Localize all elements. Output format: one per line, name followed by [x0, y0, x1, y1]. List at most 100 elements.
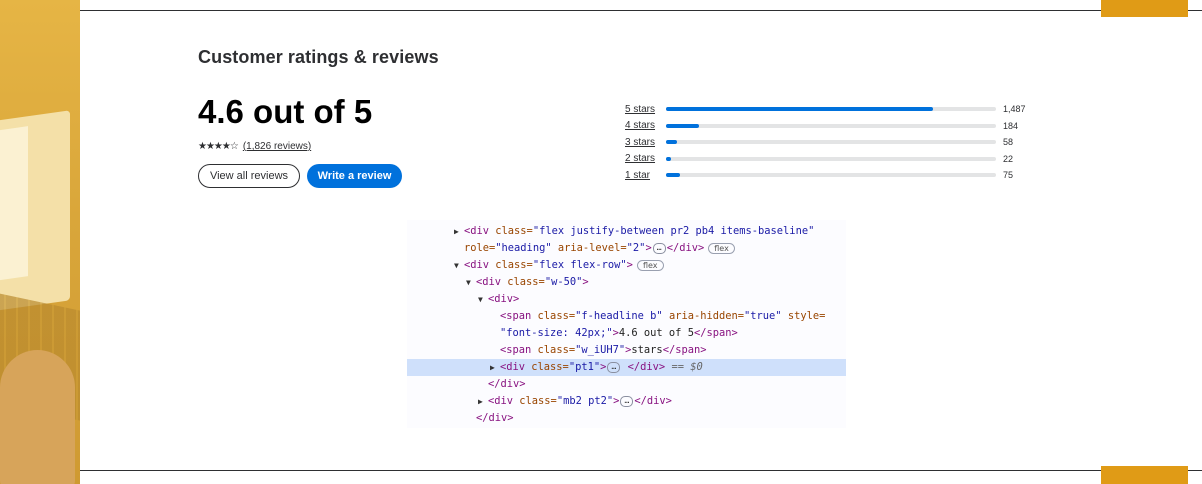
- distribution-count: 184: [1003, 120, 1019, 131]
- dom-node-span-headline[interactable]: <span class="f-headline b" aria-hidden="…: [500, 308, 846, 325]
- distribution-label-link[interactable]: 5 stars: [625, 104, 666, 115]
- tag-open: <span: [500, 310, 538, 322]
- dom-node-heading-cont[interactable]: role="heading" aria-level="2">… </div> fle…: [464, 240, 846, 257]
- text-node: 4.6 out of 5: [618, 327, 694, 339]
- tag-open: <div>: [488, 293, 520, 305]
- flex-badge[interactable]: flex: [708, 242, 735, 254]
- distribution-bar-fill: [666, 140, 677, 145]
- attr-value: "flex justify-between pr2 pb4 items-base…: [532, 225, 815, 237]
- tag-open: <div: [500, 361, 532, 373]
- attr-value: "f-headline b": [575, 310, 663, 322]
- attr-name: class=: [537, 310, 576, 322]
- attr-value: "mb2 pt2": [556, 395, 614, 407]
- attr-value: "2": [626, 242, 646, 254]
- ellipsis-icon[interactable]: …: [620, 395, 634, 407]
- expand-triangle-icon[interactable]: ▶: [490, 359, 500, 376]
- tag-open: <div: [464, 225, 496, 237]
- attr-name: class=: [507, 276, 545, 288]
- tag-gt: >: [582, 276, 589, 288]
- tag-close: </div>: [634, 395, 672, 407]
- attr-name: class=: [519, 395, 557, 407]
- dom-node-mb2[interactable]: ▶ <div class="mb2 pt2">… </div>: [478, 393, 846, 410]
- review-count-link[interactable]: (1,826 reviews): [243, 141, 311, 152]
- attr-name: style=: [781, 310, 826, 322]
- attr-value: "flex flex-row": [532, 259, 627, 271]
- distribution-count: 1,487: [1003, 104, 1026, 115]
- distribution-row: 2 stars 22: [625, 151, 1045, 168]
- distribution-label-link[interactable]: 2 stars: [625, 153, 666, 164]
- attr-value: "w_iUH7": [575, 344, 626, 356]
- dom-node-div[interactable]: ▼ <div>: [478, 291, 846, 308]
- attr-name: class=: [495, 225, 533, 237]
- dom-node-div-close[interactable]: </div>: [488, 376, 846, 393]
- average-rating: 4.6 out of 5: [198, 93, 373, 130]
- distribution-bar-fill: [666, 123, 699, 128]
- collapse-triangle-icon[interactable]: ▼: [466, 274, 476, 291]
- distribution-row: 4 stars 184: [625, 118, 1045, 135]
- attr-value: "pt1": [568, 361, 601, 373]
- attr-value: "font-size: 42px;": [500, 327, 613, 339]
- tag-open: <div: [476, 276, 508, 288]
- dom-node-heading[interactable]: ▶ <div class="flex justify-between pr2 pb…: [454, 223, 846, 240]
- dom-node-w50[interactable]: ▼ <div class="w-50">: [466, 274, 846, 291]
- distribution-count: 58: [1003, 137, 1014, 148]
- view-all-reviews-button[interactable]: View all reviews: [198, 164, 300, 188]
- tag-open: <div: [488, 395, 520, 407]
- attr-value: "heading": [495, 242, 552, 254]
- distribution-label-link[interactable]: 1 star: [625, 170, 666, 181]
- flex-badge[interactable]: flex: [636, 259, 664, 271]
- distribution-bar: [666, 173, 996, 178]
- distribution-row: 1 star 75: [625, 167, 1045, 184]
- distribution-count: 22: [1003, 153, 1014, 164]
- attr-value: "true": [744, 310, 782, 322]
- text-node: stars: [631, 344, 663, 356]
- dom-node-flex-row[interactable]: ▼ <div class="flex flex-row"> flex: [454, 257, 846, 274]
- distribution-bar: [666, 123, 996, 128]
- hand-image: [0, 350, 75, 484]
- top-accent-bar: [1101, 0, 1188, 17]
- tag-gt: >: [645, 242, 652, 254]
- tag-close: </div>: [666, 242, 705, 254]
- ellipsis-icon[interactable]: …: [652, 242, 666, 254]
- tag-gt: >: [626, 259, 633, 271]
- decorative-photo: [0, 0, 80, 484]
- distribution-label-link[interactable]: 4 stars: [625, 120, 666, 131]
- collapse-triangle-icon[interactable]: ▼: [478, 291, 488, 308]
- distribution-bar-fill: [666, 107, 934, 112]
- attr-name: aria-hidden=: [662, 310, 745, 322]
- console-ref: == $0: [671, 361, 703, 373]
- expand-triangle-icon[interactable]: ▶: [478, 393, 488, 410]
- devtools-elements-panel: ▶ <div class="flex justify-between pr2 pb…: [407, 220, 846, 428]
- distribution-row: 5 stars 1,487: [625, 101, 1045, 118]
- distribution-bar: [666, 156, 996, 161]
- section-title: Customer ratings & reviews: [198, 47, 439, 67]
- distribution-bar: [666, 107, 996, 112]
- tag-open: <span: [500, 344, 538, 356]
- dom-node-span-headline-cont[interactable]: "font-size: 42px;">4.6 out of 5</span>: [500, 325, 846, 342]
- collapse-triangle-icon[interactable]: ▼: [454, 257, 464, 274]
- tag-close: </span>: [693, 327, 738, 339]
- tag-gt: >: [600, 361, 607, 373]
- write-review-button[interactable]: Write a review: [307, 164, 402, 188]
- top-divider: [80, 10, 1202, 11]
- distribution-bar-fill: [666, 156, 671, 161]
- expand-triangle-icon[interactable]: ▶: [454, 223, 464, 240]
- tag-close: </div>: [488, 378, 526, 390]
- attr-name: class=: [495, 259, 533, 271]
- distribution-bar-fill: [666, 173, 680, 178]
- distribution-label-link[interactable]: 3 stars: [625, 137, 666, 148]
- dom-node-pt1-selected[interactable]: ▶ <div class="pt1">… </div> == $0: [407, 359, 846, 376]
- dom-node-span-stars[interactable]: <span class="w_iUH7">stars</span>: [500, 342, 846, 359]
- attr-name: aria-level=: [551, 242, 627, 254]
- attr-name: role=: [464, 242, 496, 254]
- tag-gt: >: [613, 395, 620, 407]
- ellipsis-icon[interactable]: …: [607, 361, 621, 373]
- tag-close: </span>: [662, 344, 707, 356]
- laptop-screen: [0, 126, 28, 285]
- bottom-divider: [80, 470, 1202, 471]
- attr-value: "w-50": [544, 276, 583, 288]
- attr-name: class=: [537, 344, 576, 356]
- tag-open: <div: [464, 259, 496, 271]
- star-rating-icon: ★★★★☆: [198, 141, 239, 152]
- dom-node-w50-close[interactable]: </div>: [476, 410, 846, 427]
